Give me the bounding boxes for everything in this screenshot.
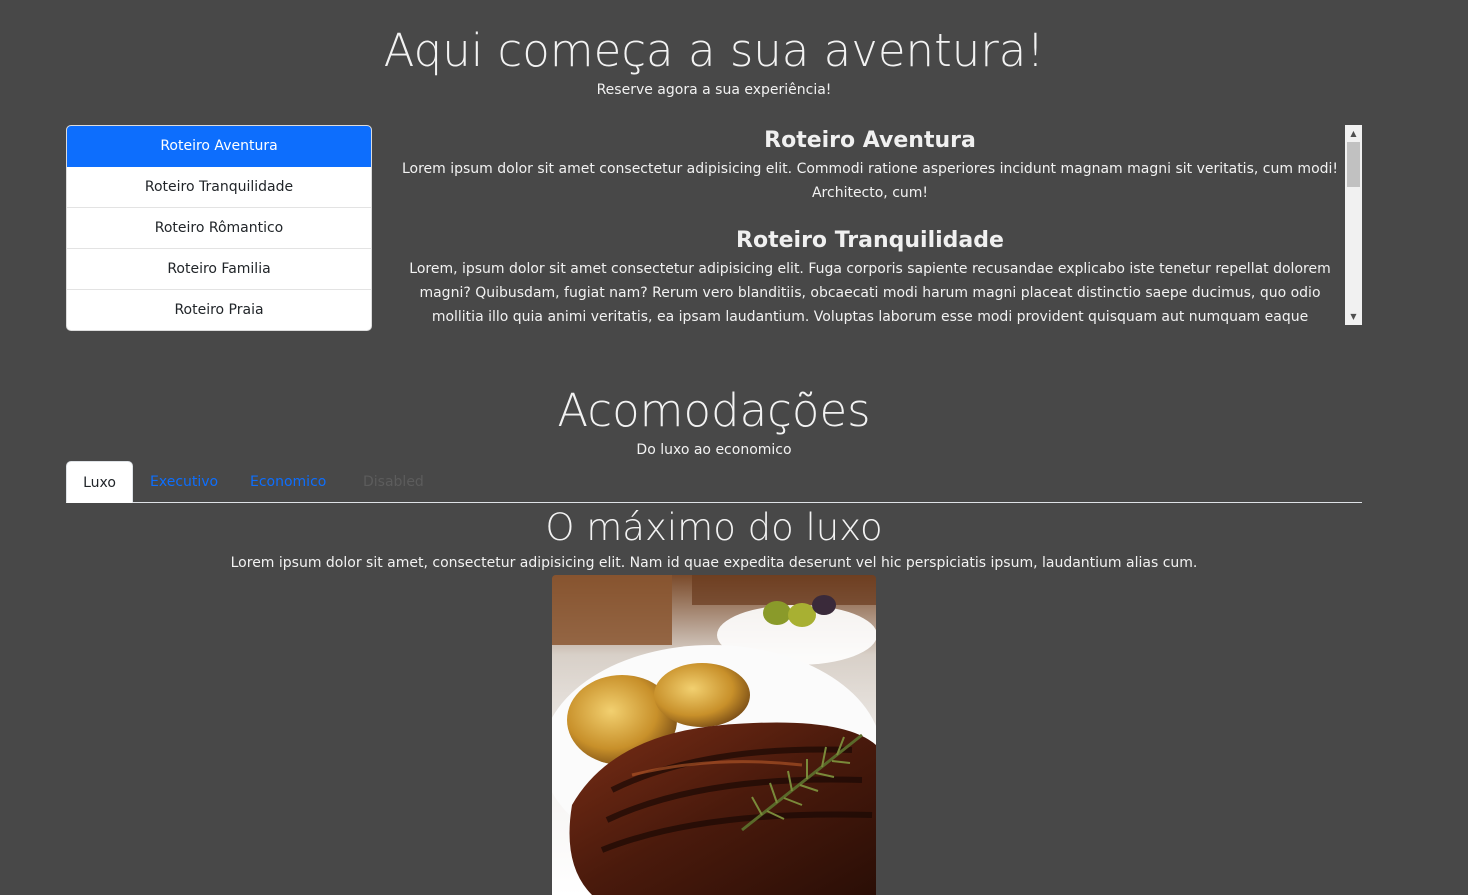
hero-title: Aqui começa a sua aventura! [383, 24, 1045, 77]
list-item-roteiro-familia[interactable]: Roteiro Familia [67, 249, 371, 290]
accommodation-tabs: Luxo Executivo Economico Disabled [66, 461, 1362, 503]
itinerary-list: Roteiro Aventura Roteiro Tranquilidade R… [66, 125, 372, 331]
section-heading: Roteiro Tranquilidade [736, 228, 1004, 253]
scrollbar-thumb[interactable] [1347, 142, 1360, 187]
section-roteiro-aventura: Roteiro Aventura Lorem ipsum dolor sit a… [396, 125, 1344, 205]
pane-text: Lorem ipsum dolor sit amet, consectetur … [230, 555, 1198, 571]
tab-economico[interactable]: Economico [234, 461, 342, 502]
pane-title: O máximo do luxo [545, 506, 883, 549]
section-text: Lorem, ipsum dolor sit amet consectetur … [409, 261, 1331, 325]
tab-disabled: Disabled [363, 474, 424, 490]
itinerary-scroll-panel[interactable]: Roteiro Aventura Lorem ipsum dolor sit a… [396, 125, 1362, 325]
steak-dish-image [552, 575, 876, 895]
tab-executivo[interactable]: Executivo [134, 461, 234, 502]
list-item-roteiro-tranquilidade[interactable]: Roteiro Tranquilidade [67, 167, 371, 208]
hero-subtitle: Reserve agora a sua experiência! [596, 82, 832, 98]
section-heading: Roteiro Aventura [764, 128, 976, 153]
accommodations-subtitle: Do luxo ao economico [636, 442, 792, 458]
vertical-scrollbar[interactable]: ▲ ▼ [1345, 125, 1362, 325]
scroll-down-arrow-icon[interactable]: ▼ [1345, 308, 1362, 325]
tab-luxo[interactable]: Luxo [66, 461, 133, 503]
list-item-roteiro-aventura[interactable]: Roteiro Aventura [67, 126, 371, 167]
scroll-up-arrow-icon[interactable]: ▲ [1345, 125, 1362, 142]
section-roteiro-tranquilidade: Roteiro Tranquilidade Lorem, ipsum dolor… [396, 225, 1344, 325]
list-item-roteiro-romantico[interactable]: Roteiro Rômantico [67, 208, 371, 249]
accommodations-title: Acomodações [557, 384, 871, 437]
section-text: Lorem ipsum dolor sit amet consectetur a… [401, 161, 1339, 201]
page: Aqui começa a sua aventura! Reserve agor… [0, 0, 1468, 895]
list-item-roteiro-praia[interactable]: Roteiro Praia [67, 290, 371, 330]
